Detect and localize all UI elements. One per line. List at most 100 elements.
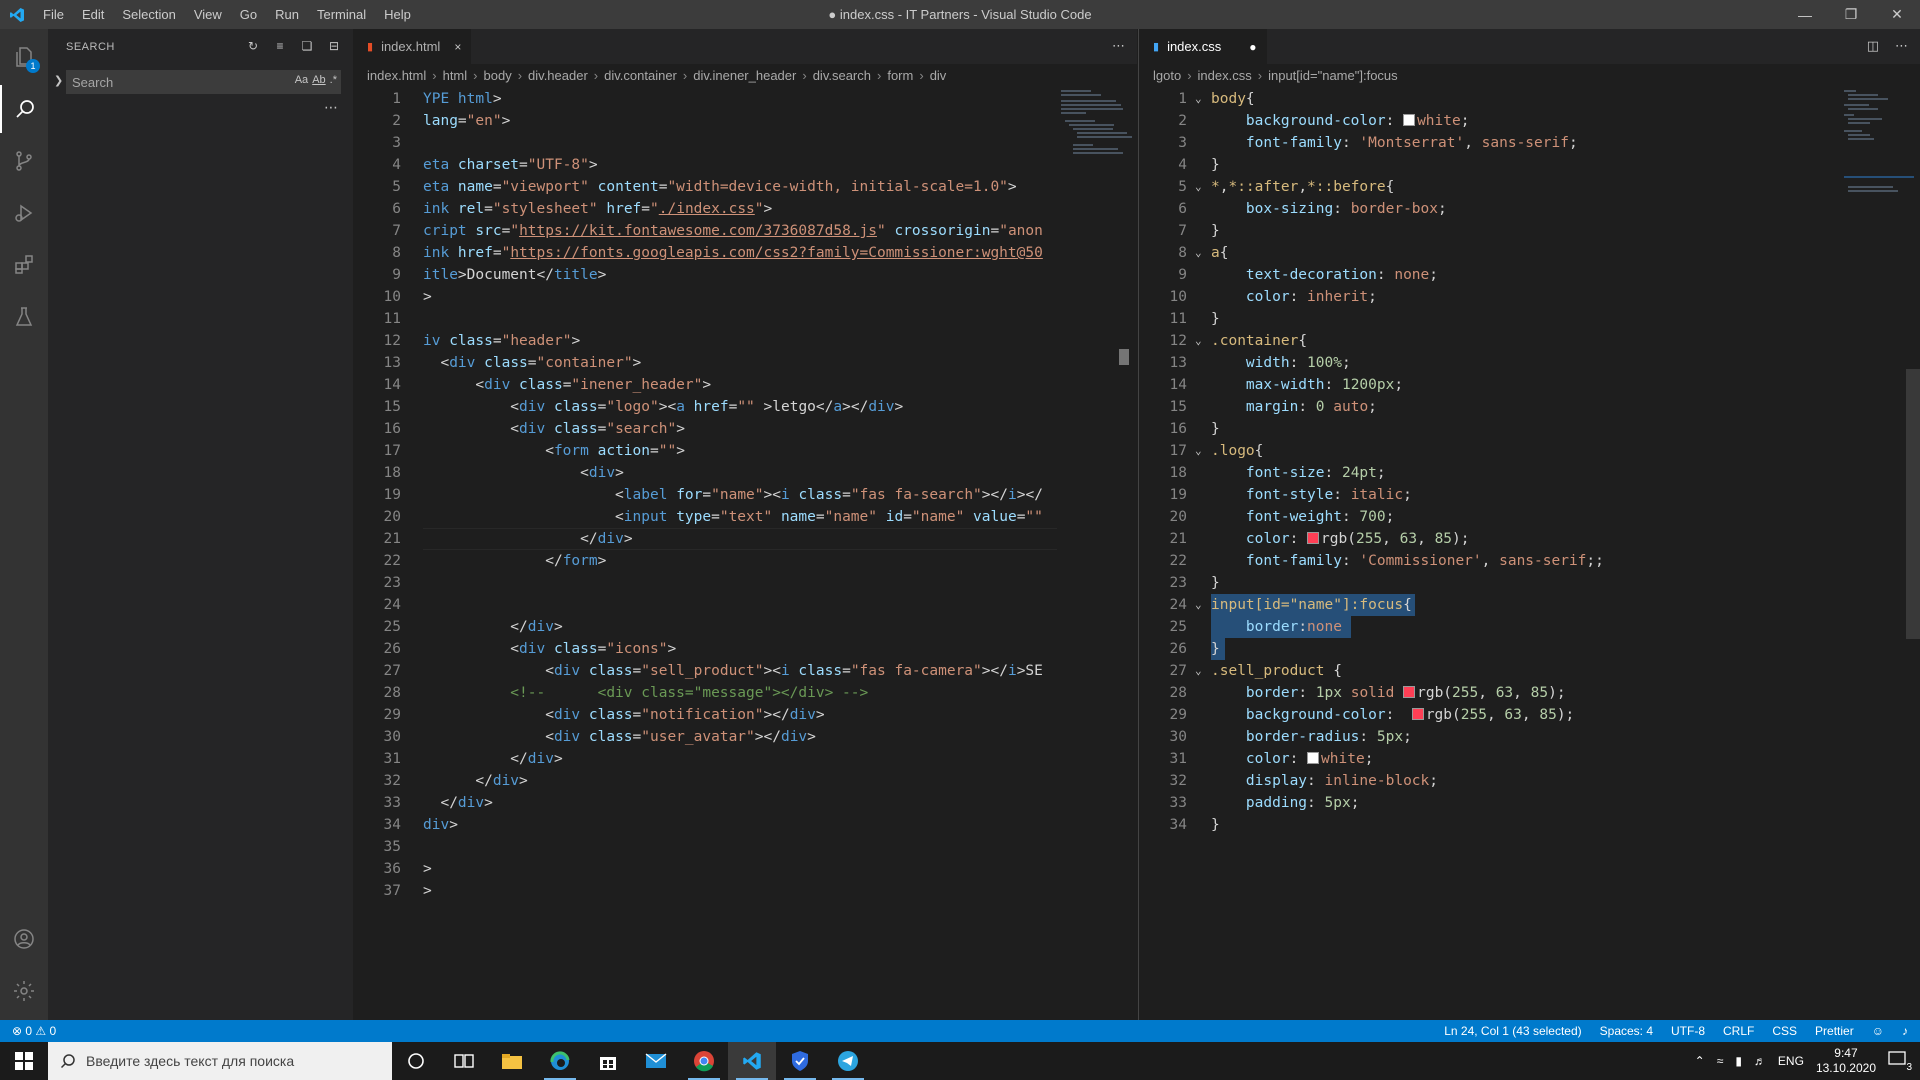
code-line[interactable]: 31 color: white; bbox=[1139, 748, 1920, 770]
code-line[interactable]: 11} bbox=[1139, 308, 1920, 330]
code-line[interactable]: 1 ⌄ body{ bbox=[1139, 88, 1920, 110]
code-line[interactable]: 7 cript src = "https://kit.fontawesome.com/… bbox=[353, 220, 1137, 242]
code-line[interactable]: 28 border: 1px solid rgb(255, 63, 85); bbox=[1139, 682, 1920, 704]
close-icon[interactable]: × bbox=[454, 40, 461, 54]
file-explorer-icon[interactable] bbox=[488, 1042, 536, 1080]
code-line[interactable]: 20 <input type="text" name="name" id="na… bbox=[353, 506, 1137, 528]
chevron-right-icon[interactable]: ❯ bbox=[54, 74, 63, 87]
code-line[interactable]: 37 > bbox=[353, 880, 1137, 902]
mail-icon[interactable] bbox=[632, 1042, 680, 1080]
notifications-bell-icon[interactable]: ♪ bbox=[1902, 1020, 1908, 1042]
fold-chevron-icon[interactable]: ⌄ bbox=[1195, 660, 1202, 682]
prettier-status[interactable]: Prettier bbox=[1815, 1020, 1854, 1042]
tab-index-css[interactable]: ▮ index.css ● bbox=[1139, 29, 1267, 64]
code-line[interactable]: 28 <!-- <div class="message"></div> --> bbox=[353, 682, 1137, 704]
extensions-icon[interactable] bbox=[0, 241, 48, 289]
wifi-icon[interactable]: ≈ bbox=[1717, 1054, 1724, 1068]
code-line[interactable]: 10 > bbox=[353, 286, 1137, 308]
menu-view[interactable]: View bbox=[185, 0, 231, 29]
telegram-icon[interactable] bbox=[824, 1042, 872, 1080]
breadcrumb-item[interactable]: div.container bbox=[604, 68, 677, 83]
code-line[interactable]: 27 ⌄ .sell_product { bbox=[1139, 660, 1920, 682]
code-line[interactable]: 12 iv class="header"> bbox=[353, 330, 1137, 352]
match-word-toggle[interactable]: Ab bbox=[312, 74, 325, 86]
line-ending[interactable]: CRLF bbox=[1723, 1020, 1754, 1042]
code-line[interactable]: 17 ⌄ .logo{ bbox=[1139, 440, 1920, 462]
code-line[interactable]: 21 color: rgb(255, 63, 85); bbox=[1139, 528, 1920, 550]
code-line[interactable]: 8 ⌄ a{ bbox=[1139, 242, 1920, 264]
search-input[interactable] bbox=[67, 71, 257, 93]
code-line[interactable]: 14 max-width: 1200px; bbox=[1139, 374, 1920, 396]
code-line[interactable]: 26} bbox=[1139, 638, 1920, 660]
explorer-icon[interactable]: 1 bbox=[0, 33, 48, 81]
more-actions-icon[interactable]: ⋯ bbox=[1895, 38, 1908, 54]
code-line[interactable]: 24 ⌄ input[id="name"]:focus{ bbox=[1139, 594, 1920, 616]
breadcrumb-item[interactable]: div bbox=[930, 68, 947, 83]
scrollbar-thumb[interactable] bbox=[1119, 349, 1129, 365]
refresh-icon[interactable]: ↻ bbox=[244, 37, 262, 55]
code-line[interactable]: 12 ⌄ .container{ bbox=[1139, 330, 1920, 352]
code-line[interactable]: 13 <div class="container"> bbox=[353, 352, 1137, 374]
code-line[interactable]: 3 font-family: 'Montserrat', sans-serif; bbox=[1139, 132, 1920, 154]
fold-chevron-icon[interactable]: ⌄ bbox=[1195, 330, 1202, 352]
fold-chevron-icon[interactable]: ⌄ bbox=[1195, 440, 1202, 462]
breadcrumb-item[interactable]: index.html bbox=[367, 68, 426, 83]
breadcrumb-item[interactable]: body bbox=[484, 68, 512, 83]
cortana-icon[interactable] bbox=[392, 1042, 440, 1080]
chrome-icon[interactable] bbox=[680, 1042, 728, 1080]
language-indicator[interactable]: ENG bbox=[1778, 1054, 1804, 1068]
code-line[interactable]: 19 font-style: italic; bbox=[1139, 484, 1920, 506]
code-line[interactable]: 30 <div class="user_avatar"></div> bbox=[353, 726, 1137, 748]
code-line[interactable]: 16} bbox=[1139, 418, 1920, 440]
minimap[interactable] bbox=[1840, 86, 1920, 206]
minimize-icon[interactable]: — bbox=[1782, 0, 1828, 29]
code-line[interactable]: 11 bbox=[353, 308, 1137, 330]
code-line[interactable]: 18 <div> bbox=[353, 462, 1137, 484]
code-line[interactable]: 18 font-size: 24pt; bbox=[1139, 462, 1920, 484]
code-line[interactable]: 2 lang="en"> bbox=[353, 110, 1137, 132]
code-line[interactable]: 8 ink href="https://fonts.googleapis.com/… bbox=[353, 242, 1137, 264]
color-swatch-icon[interactable] bbox=[1403, 114, 1416, 126]
fold-chevron-icon[interactable]: ⌄ bbox=[1195, 242, 1202, 264]
source-control-icon[interactable] bbox=[0, 137, 48, 185]
code-line[interactable]: 6 ink rel="stylesheet" href="./index.css"… bbox=[353, 198, 1137, 220]
code-line[interactable]: 7} bbox=[1139, 220, 1920, 242]
code-line[interactable]: 29 <div class="notification"></div> bbox=[353, 704, 1137, 726]
code-line[interactable]: 34} bbox=[1139, 814, 1920, 836]
fold-chevron-icon[interactable]: ⌄ bbox=[1195, 176, 1202, 198]
code-line[interactable]: 34 div> bbox=[353, 814, 1137, 836]
code-line[interactable]: 6 box-sizing: border-box; bbox=[1139, 198, 1920, 220]
code-line[interactable]: 27 <div class="sell_product"><i class="f… bbox=[353, 660, 1137, 682]
css-code-area[interactable]: 1 ⌄ body{2 background-color: white; 3 font-… bbox=[1139, 86, 1920, 1020]
code-line[interactable]: 31 </div> bbox=[353, 748, 1137, 770]
edge-icon[interactable] bbox=[536, 1042, 584, 1080]
code-line[interactable]: 2 background-color: white; bbox=[1139, 110, 1920, 132]
account-icon[interactable] bbox=[0, 915, 48, 963]
regex-toggle[interactable]: .* bbox=[330, 74, 337, 86]
code-line[interactable]: 26 <div class="icons"> bbox=[353, 638, 1137, 660]
code-line[interactable]: 22 </form> bbox=[353, 550, 1137, 572]
restore-icon[interactable]: ❐ bbox=[1828, 0, 1874, 29]
code-line[interactable]: 25 </div> bbox=[353, 616, 1137, 638]
code-line[interactable]: 23} bbox=[1139, 572, 1920, 594]
breadcrumb-item[interactable]: lgoto bbox=[1153, 68, 1181, 83]
scrollbar-thumb[interactable] bbox=[1906, 369, 1920, 639]
action-center-icon[interactable]: 3 bbox=[1888, 1051, 1912, 1073]
code-line[interactable]: 15 <div class="logo"><a href="" >letgo</… bbox=[353, 396, 1137, 418]
minimap[interactable] bbox=[1057, 86, 1137, 206]
encoding[interactable]: UTF-8 bbox=[1671, 1020, 1705, 1042]
code-line[interactable]: 13 width: 100%; bbox=[1139, 352, 1920, 374]
code-line[interactable]: 9 text-decoration: none; bbox=[1139, 264, 1920, 286]
menu-file[interactable]: File bbox=[34, 0, 73, 29]
more-actions-icon[interactable]: ⋯ bbox=[1112, 38, 1125, 54]
testing-icon[interactable] bbox=[0, 293, 48, 341]
fold-chevron-icon[interactable]: ⌄ bbox=[1195, 88, 1202, 110]
fold-chevron-icon[interactable]: ⌄ bbox=[1195, 594, 1202, 616]
code-line[interactable]: 14 <div class="inener_header"> bbox=[353, 374, 1137, 396]
menu-run[interactable]: Run bbox=[266, 0, 308, 29]
breadcrumb-item[interactable]: div.inener_header bbox=[693, 68, 796, 83]
menu-go[interactable]: Go bbox=[231, 0, 266, 29]
color-swatch-icon[interactable] bbox=[1307, 752, 1320, 764]
code-line[interactable]: 15 margin: 0 auto; bbox=[1139, 396, 1920, 418]
code-line[interactable]: 33 padding: 5px; bbox=[1139, 792, 1920, 814]
